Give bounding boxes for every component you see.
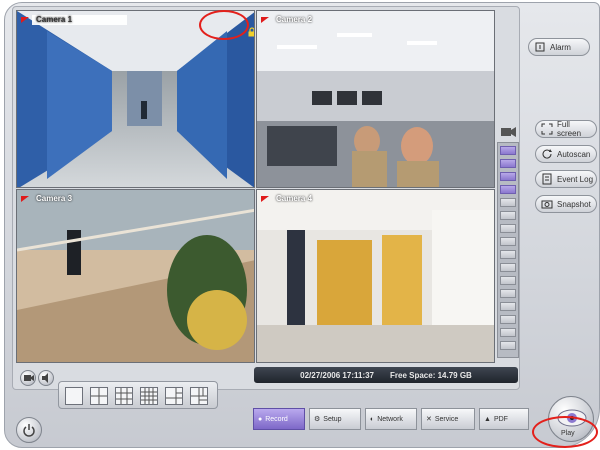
camera-3-feed xyxy=(17,190,254,362)
status-bar: 02/27/2006 17:11:37 Free Space: 14.79 GB xyxy=(254,367,518,383)
camera-4-feed xyxy=(257,190,494,362)
camera-flag-icon xyxy=(21,16,29,23)
camera-1-label: Camera 1 xyxy=(21,14,127,25)
channel-1-button[interactable] xyxy=(500,146,516,155)
layout-1plus7-button[interactable] xyxy=(190,387,208,405)
layout-1plus5-button[interactable] xyxy=(165,387,183,405)
camera-icon[interactable] xyxy=(20,370,36,386)
channel-5-button[interactable] xyxy=(500,198,516,207)
channel-13-button[interactable] xyxy=(500,302,516,311)
record-icon: ● xyxy=(258,415,263,423)
datetime-display: 02/27/2006 17:11:37 xyxy=(300,370,374,380)
autoscan-icon xyxy=(541,148,553,160)
channel-selector xyxy=(497,142,519,358)
network-icon: ◐ xyxy=(370,415,375,423)
channel-14-button[interactable] xyxy=(500,315,516,324)
camera-view-2[interactable]: Camera 2 xyxy=(256,10,495,188)
alarm-label: Alarm xyxy=(550,42,571,52)
fullscreen-icon xyxy=(541,123,553,135)
camera-view-3[interactable]: Camera 3 xyxy=(16,189,255,363)
camera-4-title: Camera 4 xyxy=(276,193,313,203)
snapshot-label: Snapshot xyxy=(557,199,591,209)
channel-11-button[interactable] xyxy=(500,276,516,285)
channel-9-button[interactable] xyxy=(500,250,516,259)
camera-1-title: Camera 1 xyxy=(32,14,127,25)
alarm-icon xyxy=(534,41,546,53)
camera-2-label: Camera 2 xyxy=(261,14,316,25)
channel-4-button[interactable] xyxy=(500,185,516,194)
network-label: Network xyxy=(377,415,403,423)
layout-3x3-button[interactable] xyxy=(115,387,133,405)
free-space-display: Free Space: 14.79 GB xyxy=(390,370,472,380)
pdf-label: PDF xyxy=(493,415,508,423)
full-screen-label: Full screen xyxy=(557,120,582,138)
camera-flag-icon xyxy=(261,16,269,23)
channel-16-button[interactable] xyxy=(500,341,516,350)
service-label: Service xyxy=(434,415,459,423)
setup-label: Setup xyxy=(323,415,342,423)
setup-button[interactable]: ⚙ Setup xyxy=(309,408,361,430)
event-log-icon xyxy=(541,173,553,185)
event-log-label: Event Log xyxy=(557,174,594,184)
channel-3-button[interactable] xyxy=(500,172,516,181)
snapshot-button[interactable]: Snapshot xyxy=(535,195,597,213)
power-button[interactable] xyxy=(16,417,42,443)
channel-12-button[interactable] xyxy=(500,289,516,298)
snapshot-icon xyxy=(541,198,553,210)
service-button[interactable]: ✕ Service xyxy=(421,408,475,430)
setup-icon: ⚙ xyxy=(314,416,321,423)
pdf-icon: ▲ xyxy=(484,415,491,423)
channel-2-button[interactable] xyxy=(500,159,516,168)
camera-view-4[interactable]: Camera 4 xyxy=(256,189,495,363)
channel-6-button[interactable] xyxy=(500,211,516,220)
camera-2-feed xyxy=(257,11,494,187)
lock-highlight-circle xyxy=(199,10,249,40)
record-button[interactable]: ● Record xyxy=(253,408,305,430)
layout-selector xyxy=(58,381,218,409)
play-highlight-circle xyxy=(532,416,598,448)
camera-2-title: Camera 2 xyxy=(276,14,313,24)
layout-4x4-button[interactable] xyxy=(140,387,158,405)
event-log-button[interactable]: Event Log xyxy=(535,170,597,188)
full-screen-button[interactable]: Full screen xyxy=(535,120,597,138)
record-label: Record xyxy=(265,415,288,423)
camera-flag-icon xyxy=(21,195,29,202)
autoscan-button[interactable]: Autoscan xyxy=(535,145,597,163)
autoscan-label: Autoscan xyxy=(557,149,591,159)
channel-10-button[interactable] xyxy=(500,263,516,272)
pdf-button[interactable]: ▲ PDF xyxy=(479,408,529,430)
camera-3-title: Camera 3 xyxy=(36,193,73,203)
network-button[interactable]: ◐ Network xyxy=(365,408,417,430)
channel-8-button[interactable] xyxy=(500,237,516,246)
speaker-icon[interactable] xyxy=(38,370,54,386)
camera-select-icon[interactable] xyxy=(499,125,517,139)
alarm-button[interactable]: Alarm xyxy=(528,38,590,56)
channel-7-button[interactable] xyxy=(500,224,516,233)
camera-4-label: Camera 4 xyxy=(261,193,316,204)
service-icon: ✕ xyxy=(426,416,432,423)
layout-2x2-button[interactable] xyxy=(90,387,108,405)
camera-3-label: Camera 3 xyxy=(21,193,76,204)
camera-flag-icon xyxy=(261,195,269,202)
channel-15-button[interactable] xyxy=(500,328,516,337)
layout-1x1-button[interactable] xyxy=(65,387,83,405)
power-icon xyxy=(23,424,35,437)
